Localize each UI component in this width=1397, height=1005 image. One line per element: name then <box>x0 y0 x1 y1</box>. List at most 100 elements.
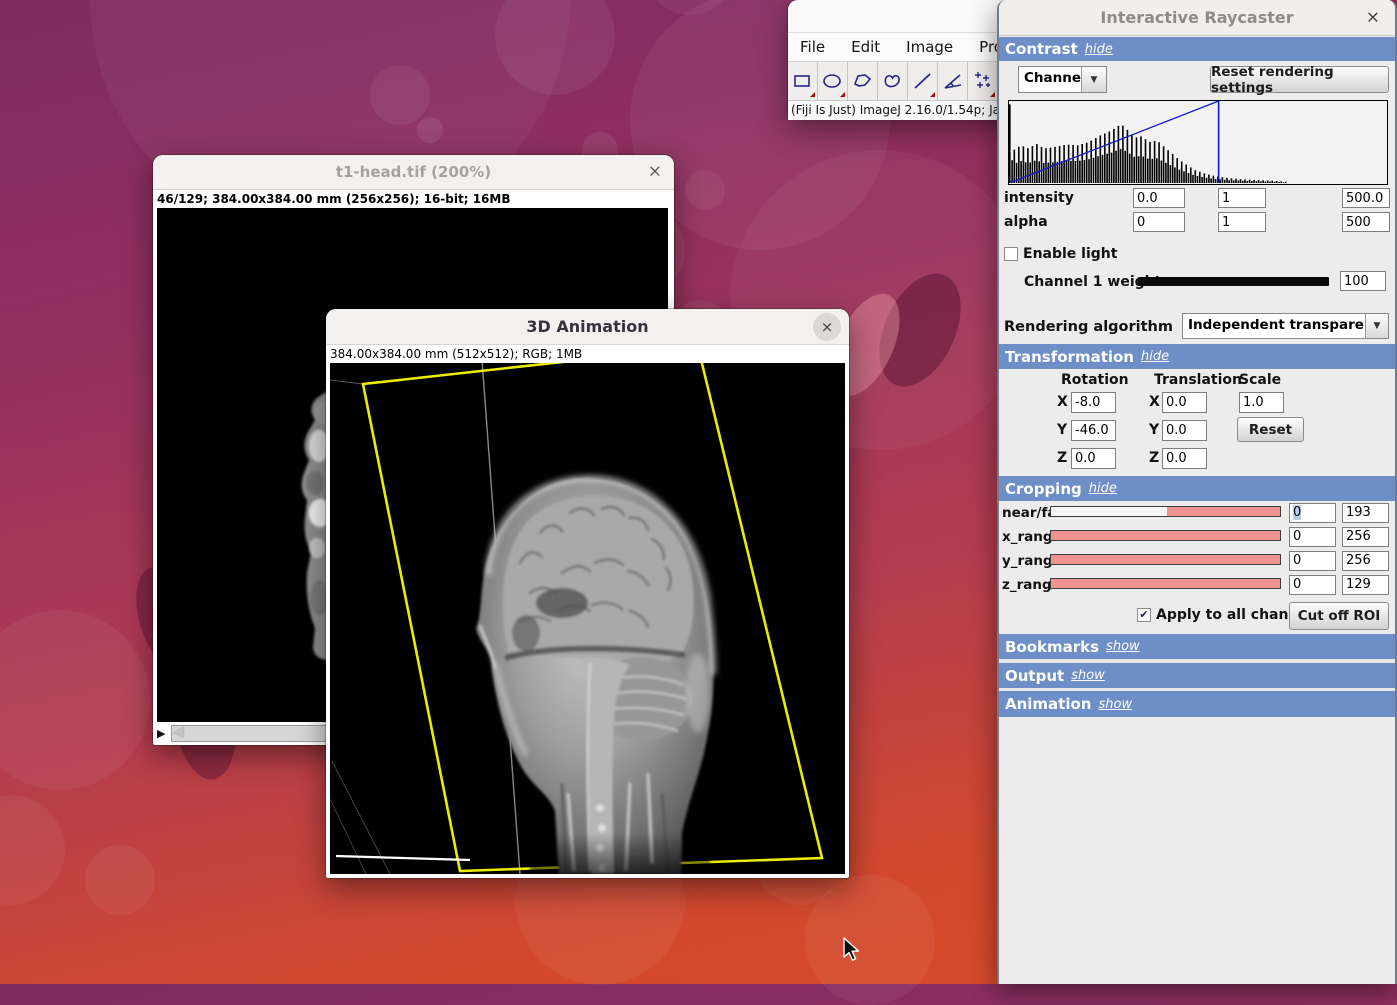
translation-z-label: Z <box>1149 450 1159 466</box>
near-far-slider[interactable] <box>1050 506 1281 517</box>
translation-y-label: Y <box>1149 422 1159 438</box>
raycaster-titlebar[interactable]: Interactive Raycaster × <box>999 0 1395 36</box>
cropping-section-header: Cropping hide <box>999 476 1395 501</box>
enable-light-checkbox[interactable] <box>1004 247 1018 261</box>
z-range-min-field[interactable]: 0 <box>1289 575 1336 595</box>
scale-column-header: Scale <box>1239 372 1281 388</box>
alpha-min-field[interactable] <box>1133 212 1185 232</box>
field-value: 0 <box>1293 529 1301 544</box>
output-show-link[interactable]: show <box>1071 668 1105 683</box>
alpha-gamma-field[interactable] <box>1218 212 1266 232</box>
output-section-title: Output <box>1005 667 1064 685</box>
translation-y-field[interactable] <box>1162 420 1207 441</box>
y-range-max-field[interactable]: 256 <box>1342 551 1389 571</box>
tool-dropdown-marker <box>840 92 845 97</box>
menu-file[interactable]: File <box>800 38 825 56</box>
rotation-x-label: X <box>1057 394 1068 410</box>
reset-rendering-settings-button[interactable]: Reset rendering settings <box>1210 66 1389 93</box>
intensity-min-field[interactable] <box>1133 188 1185 208</box>
menu-image[interactable]: Image <box>906 38 953 56</box>
raycaster-title: Interactive Raycaster <box>1100 8 1293 27</box>
bookmarks-section-title: Bookmarks <box>1005 638 1099 656</box>
rotation-z-field[interactable] <box>1071 448 1116 469</box>
animation-show-link[interactable]: show <box>1098 697 1132 712</box>
menu-edit[interactable]: Edit <box>851 38 880 56</box>
rotation-z-label: Z <box>1057 450 1067 466</box>
t1-head-title: t1-head.tif (200%) <box>336 163 491 181</box>
tool-dropdown-marker <box>810 92 815 97</box>
y-range-min-field[interactable]: 0 <box>1289 551 1336 571</box>
x-range-max-field[interactable]: 256 <box>1342 527 1389 547</box>
channel-select-value: Channel 1 <box>1019 67 1081 92</box>
cut-off-roi-button[interactable]: Cut off ROI <box>1289 602 1389 630</box>
translation-z-field[interactable] <box>1162 448 1207 469</box>
transfer-function-histogram[interactable] <box>1008 100 1388 185</box>
contrast-section-header: Contrast hide <box>999 37 1395 61</box>
play-icon[interactable]: ▶ <box>157 727 171 740</box>
near-far-max-field[interactable]: 193 <box>1342 503 1389 523</box>
y-range-slider[interactable] <box>1050 554 1281 565</box>
intensity-max-field[interactable] <box>1342 188 1390 208</box>
rotation-x-field[interactable] <box>1071 392 1116 413</box>
3d-animation-window: 3D Animation × 384.00x384.00 mm (512x512… <box>326 309 849 878</box>
freehand-tool-icon[interactable] <box>878 62 908 100</box>
cropping-section-title: Cropping <box>1005 480 1082 498</box>
scale-field[interactable] <box>1239 392 1284 413</box>
bookmarks-show-link[interactable]: show <box>1106 639 1140 654</box>
intensity-gamma-field[interactable] <box>1218 188 1266 208</box>
enable-light-label: Enable light <box>1023 246 1117 262</box>
near-far-min-field[interactable]: 0 <box>1289 503 1336 523</box>
translation-x-field[interactable] <box>1162 392 1207 413</box>
alpha-label: alpha <box>1004 214 1048 230</box>
3d-render-canvas[interactable] <box>330 363 845 874</box>
channel-weight-field[interactable] <box>1340 271 1386 291</box>
slider-fill <box>1167 507 1280 516</box>
3d-animation-titlebar[interactable]: 3D Animation × <box>326 309 849 345</box>
close-icon[interactable]: × <box>813 313 841 341</box>
cropping-hide-link[interactable]: hide <box>1089 481 1117 496</box>
rendering-algorithm-select[interactable]: Independent transparency ▼ <box>1182 313 1389 339</box>
polygon-tool-icon[interactable] <box>848 62 878 100</box>
rotation-y-label: Y <box>1057 422 1067 438</box>
transformation-section-header: Transformation hide <box>999 344 1395 369</box>
translation-column-header: Translation <box>1154 372 1242 388</box>
alpha-max-field[interactable] <box>1342 212 1390 232</box>
rectangle-tool-icon[interactable] <box>788 62 818 100</box>
channel-weight-slider[interactable] <box>1138 277 1329 286</box>
animation-section-header: Animation show <box>999 691 1395 717</box>
translation-x-label: X <box>1149 394 1160 410</box>
x-range-min-field[interactable]: 0 <box>1289 527 1336 547</box>
angle-tool-icon[interactable] <box>938 62 968 100</box>
field-value: 193 <box>1346 505 1371 520</box>
x-range-slider[interactable] <box>1050 530 1281 541</box>
z-range-slider[interactable] <box>1050 578 1281 589</box>
transformation-hide-link[interactable]: hide <box>1141 349 1169 364</box>
3d-animation-title: 3D Animation <box>526 317 648 336</box>
chevron-down-icon[interactable]: ▼ <box>1081 67 1106 92</box>
channel-select[interactable]: Channel 1 ▼ <box>1018 66 1107 93</box>
oval-tool-icon[interactable] <box>818 62 848 100</box>
slider-fill <box>1051 555 1280 564</box>
close-icon[interactable]: × <box>648 164 662 181</box>
contrast-hide-link[interactable]: hide <box>1085 42 1113 57</box>
slider-fill <box>1051 531 1280 540</box>
t1-head-titlebar[interactable]: t1-head.tif (200%) × <box>153 155 674 190</box>
rotation-y-field[interactable] <box>1071 420 1116 441</box>
t1-head-status: 46/129; 384.00x384.00 mm (256x256); 16-b… <box>153 190 674 208</box>
chevron-down-icon[interactable]: ▼ <box>1365 314 1388 338</box>
point-tool-icon[interactable] <box>968 62 998 100</box>
scrollbar-thumb-icon[interactable]: ◀ <box>173 724 184 740</box>
close-icon[interactable]: × <box>1366 9 1380 26</box>
field-value: 0 <box>1293 505 1301 520</box>
slider-fill <box>1051 579 1280 588</box>
histogram-plot <box>1009 101 1386 183</box>
field-value: 129 <box>1346 577 1371 592</box>
transformation-reset-button[interactable]: Reset <box>1237 417 1304 442</box>
field-value: 256 <box>1346 529 1371 544</box>
output-section-header: Output show <box>999 663 1395 688</box>
apply-all-channels-checkbox[interactable]: ✔ <box>1137 608 1151 622</box>
3d-animation-status: 384.00x384.00 mm (512x512); RGB; 1MB <box>326 345 849 363</box>
line-tool-icon[interactable] <box>908 62 938 100</box>
field-value: 0 <box>1293 577 1301 592</box>
z-range-max-field[interactable]: 129 <box>1342 575 1389 595</box>
